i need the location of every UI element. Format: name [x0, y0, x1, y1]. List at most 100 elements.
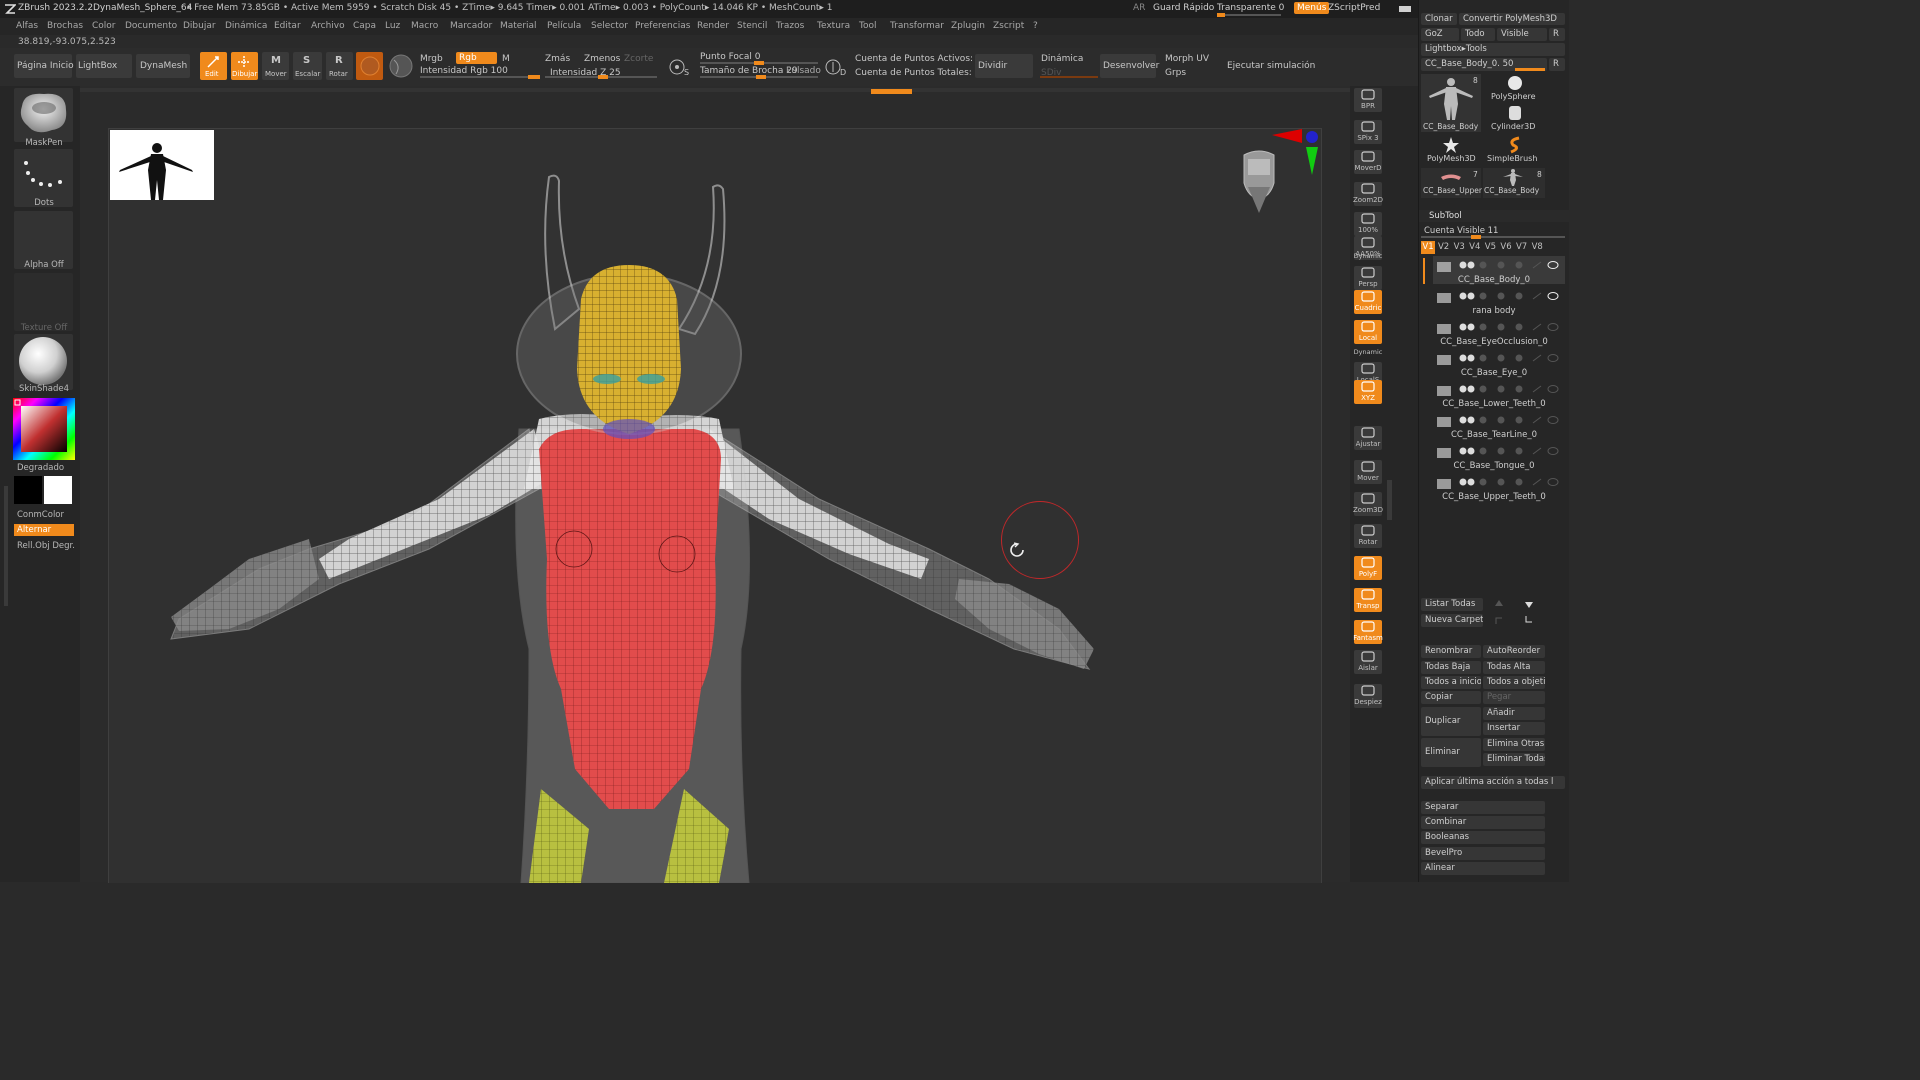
- zoom2d-button[interactable]: Zoom2D: [1353, 182, 1383, 206]
- down-arrow-icon[interactable]: [1523, 598, 1535, 610]
- tool-thumb-cylinder3d[interactable]: Cylinder3D: [1485, 104, 1545, 132]
- autoreorder-button[interactable]: AutoReorder: [1483, 645, 1545, 658]
- menu-macro[interactable]: Macro: [411, 21, 438, 31]
- quicksave-button[interactable]: Guard Rápido: [1153, 3, 1214, 13]
- dynamic-button[interactable]: Dinámica: [1041, 54, 1083, 64]
- subtool-toggles-icon[interactable]: [1457, 445, 1563, 457]
- aislar-button[interactable]: Aislar: [1354, 650, 1382, 674]
- subtool-row-cc-base-tongue-0[interactable]: CC_Base_Tongue_0: [1433, 443, 1565, 471]
- vtab-v1[interactable]: V1: [1421, 241, 1435, 254]
- viewport-scroll-handle[interactable]: [871, 89, 912, 94]
- transp-button[interactable]: Transp: [1354, 588, 1382, 612]
- despiez-button[interactable]: Despiez: [1354, 684, 1382, 708]
- vtab-v5[interactable]: V5: [1483, 241, 1497, 254]
- visible-button[interactable]: Visible: [1497, 28, 1547, 41]
- subtool-row-cc-base-lower-teeth-0[interactable]: CC_Base_Lower_Teeth_0: [1433, 381, 1565, 409]
- all-up-button[interactable]: Todas Alta: [1483, 661, 1545, 674]
- fill-object-gradient-button[interactable]: Rell.Obj Degr.: [17, 541, 77, 551]
- subtool-toggles-icon[interactable]: [1457, 414, 1563, 426]
- clone-button[interactable]: Clonar: [1421, 13, 1457, 25]
- all-button[interactable]: Todo: [1461, 28, 1495, 41]
- brush-size-slider[interactable]: Tamaño de Brocha 29: [700, 66, 798, 76]
- local-button[interactable]: Local: [1354, 320, 1382, 344]
- morph-uv-button[interactable]: Morph UV: [1165, 54, 1209, 64]
- copy-button[interactable]: Copiar: [1421, 691, 1481, 704]
- polyf-button[interactable]: PolyF: [1354, 556, 1382, 580]
- merge-section[interactable]: Combinar: [1421, 816, 1545, 829]
- boolean-section[interactable]: Booleanas: [1421, 831, 1545, 844]
- move-button[interactable]: M Mover: [262, 52, 289, 80]
- 100--button[interactable]: 100%: [1354, 212, 1382, 236]
- rotar-button[interactable]: Rotar: [1354, 524, 1382, 548]
- menu-zplugin[interactable]: Zplugin: [951, 21, 985, 31]
- primary-color-swatch[interactable]: [44, 476, 72, 504]
- focal-slider[interactable]: Punto Focal 0: [700, 52, 761, 62]
- persp-button[interactable]: Persp: [1354, 266, 1382, 290]
- subtool-toggles-icon[interactable]: [1457, 383, 1563, 395]
- insert-button[interactable]: Insertar: [1483, 722, 1545, 735]
- menu-documento[interactable]: Documento: [125, 21, 177, 31]
- subtool-title[interactable]: SubTool: [1429, 211, 1462, 221]
- subtool-row-cc-base-body-0[interactable]: CC_Base_Body_0: [1433, 257, 1565, 285]
- xyz-button[interactable]: XYZ: [1354, 380, 1382, 404]
- subtool-row-rana-body[interactable]: rana body: [1433, 288, 1565, 316]
- all-to-start-button[interactable]: Todos a inicio: [1421, 676, 1481, 689]
- menu-textura[interactable]: Textura: [817, 21, 850, 31]
- vtab-v8[interactable]: V8: [1530, 241, 1544, 254]
- subtool-row-cc-base-eye-0[interactable]: CC_Base_Eye_0: [1433, 350, 1565, 378]
- split-section[interactable]: Separar: [1421, 801, 1545, 814]
- menu-dibujar[interactable]: Dibujar: [183, 21, 216, 31]
- right-shelf-scrollbar[interactable]: [1387, 480, 1392, 520]
- list-all-button[interactable]: Listar Todas: [1421, 598, 1483, 611]
- vtab-v6[interactable]: V6: [1499, 241, 1513, 254]
- m-button[interactable]: M: [502, 54, 510, 64]
- draw-button[interactable]: Dibujar: [231, 52, 258, 80]
- move-up-icon[interactable]: [1493, 614, 1505, 626]
- document-canvas[interactable]: [108, 128, 1322, 883]
- scale-button[interactable]: S Escalar: [293, 52, 322, 80]
- tool-thumb-polymesh3d[interactable]: PolyMesh3D: [1421, 136, 1481, 166]
- menu-editar[interactable]: Editar: [274, 21, 301, 31]
- convert-polymesh-button[interactable]: Convertir PolyMesh3D: [1459, 13, 1565, 25]
- all-down-button[interactable]: Todas Baja: [1421, 661, 1481, 674]
- visible-count-slider[interactable]: Cuenta Visible 11: [1424, 226, 1498, 236]
- subtool-toggles-icon[interactable]: [1457, 290, 1563, 302]
- menu--[interactable]: ?: [1033, 21, 1038, 31]
- rgb-button[interactable]: Rgb: [456, 52, 497, 64]
- menu-marcador[interactable]: Marcador: [450, 21, 492, 31]
- tool-thumb-polysphere[interactable]: PolySphere: [1485, 74, 1545, 102]
- menu-capa[interactable]: Capa: [353, 21, 376, 31]
- menu-stencil[interactable]: Stencil: [737, 21, 767, 31]
- left-shelf-scrollbar[interactable]: [4, 486, 8, 606]
- delete-all-button[interactable]: Eliminar Todas: [1483, 753, 1545, 766]
- rotate-button[interactable]: R Rotar: [326, 52, 353, 80]
- duplicate-button[interactable]: Duplicar: [1421, 707, 1481, 736]
- subtool-toggles-icon[interactable]: [1457, 321, 1563, 333]
- zadd-button[interactable]: Zmás: [545, 54, 570, 64]
- subtool-toggles-icon[interactable]: [1457, 259, 1563, 271]
- mover-button[interactable]: Mover: [1354, 460, 1382, 484]
- run-simulation-button[interactable]: Ejecutar simulación: [1227, 61, 1315, 71]
- subtool-row-cc-base-upper-teeth-0[interactable]: CC_Base_Upper_Teeth_0: [1433, 474, 1565, 502]
- menu-tool[interactable]: Tool: [859, 21, 876, 31]
- secondary-color-swatch[interactable]: [14, 476, 42, 504]
- vtab-v7[interactable]: V7: [1515, 241, 1529, 254]
- zcut-button[interactable]: Zcorte: [624, 54, 653, 64]
- colorize-button[interactable]: ConmColor: [17, 510, 77, 520]
- spix-3-button[interactable]: SPix 3: [1354, 120, 1382, 144]
- zscript-button[interactable]: ZScriptPred: [1328, 3, 1380, 13]
- menus-button[interactable]: Menús: [1294, 2, 1330, 14]
- menu-preferencias[interactable]: Preferencias: [635, 21, 690, 31]
- up-arrow-icon[interactable]: [1493, 598, 1505, 610]
- subtool-toggles-icon[interactable]: [1457, 352, 1563, 364]
- tool-thumb-simplebrush[interactable]: SimpleBrush: [1485, 136, 1545, 166]
- menu-transformar[interactable]: Transformar: [890, 21, 944, 31]
- brush-thumbnail[interactable]: [14, 88, 73, 142]
- alternate-button[interactable]: Alternar: [14, 524, 74, 536]
- bpr-button[interactable]: BPR: [1354, 88, 1382, 112]
- subtool-row-cc-base-eyeocclusion-0[interactable]: CC_Base_EyeOcclusion_0: [1433, 319, 1565, 347]
- subtool-row-cc-base-tearline-0[interactable]: CC_Base_TearLine_0: [1433, 412, 1565, 440]
- delete-button[interactable]: Eliminar: [1421, 738, 1481, 767]
- menu-color[interactable]: Color: [92, 21, 116, 31]
- tool-thumb-cc-base-upper[interactable]: 7 CC_Base_Upper: [1421, 168, 1482, 198]
